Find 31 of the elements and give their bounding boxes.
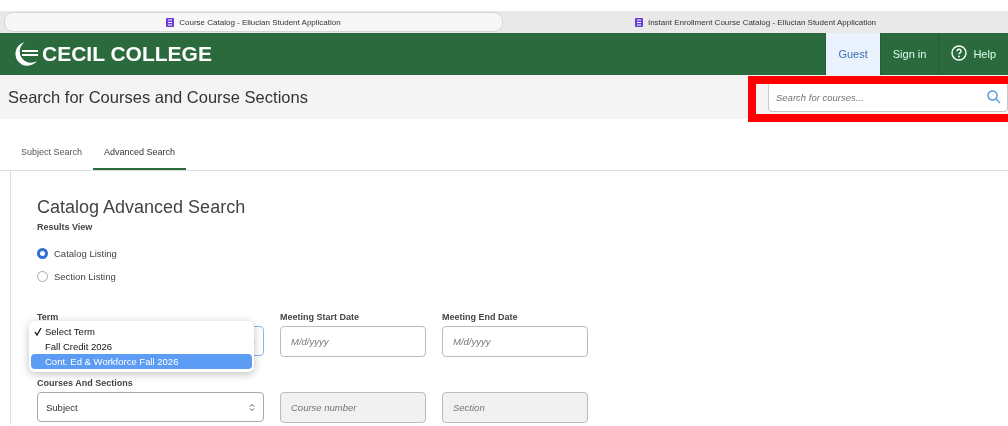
results-view-label: Results View bbox=[37, 222, 94, 232]
start-date-field[interactable]: M/d/yyyy bbox=[280, 326, 426, 357]
dropdown-option[interactable]: Select Term bbox=[31, 324, 252, 339]
radio-button[interactable] bbox=[37, 248, 48, 259]
search-tab[interactable]: Advanced Search bbox=[93, 139, 187, 170]
browser-tab[interactable]: Instant Enrollment Course Catalog - Ellucian Student Application bbox=[507, 13, 1004, 31]
page-title: Search for Courses and Course Sections bbox=[8, 87, 308, 107]
radio-label: Section Listing bbox=[54, 271, 116, 282]
course-number-field[interactable]: Course number bbox=[280, 392, 426, 423]
radio-button[interactable] bbox=[37, 271, 48, 282]
help-icon bbox=[951, 45, 968, 63]
search-icon[interactable] bbox=[987, 90, 1001, 104]
form-title: Catalog Advanced Search bbox=[37, 197, 247, 218]
browser-tab[interactable]: Course Catalog - Ellucian Student Application bbox=[4, 12, 503, 32]
subject-select[interactable]: Subject bbox=[37, 392, 264, 422]
dropdown-option[interactable]: Fall Credit 2026 bbox=[31, 339, 252, 354]
favicon-icon bbox=[634, 17, 643, 27]
college-logo-text: CECIL COLLEGE bbox=[42, 42, 212, 66]
start-date-label: Meeting Start Date bbox=[280, 312, 360, 322]
end-date-field[interactable]: M/d/yyyy bbox=[442, 326, 588, 357]
favicon-icon bbox=[166, 17, 175, 27]
section-field[interactable]: Section bbox=[442, 392, 588, 423]
radio-label: Catalog Listing bbox=[54, 248, 117, 259]
search-field[interactable]: Search for courses... bbox=[768, 82, 1008, 112]
courses-and-sections-label: Courses And Sections bbox=[37, 378, 134, 388]
check-icon bbox=[34, 327, 43, 336]
end-date-label: Meeting End Date bbox=[442, 312, 519, 322]
term-label: Term bbox=[37, 312, 60, 322]
chevron-icon bbox=[249, 402, 255, 412]
search-tab[interactable]: Subject Search bbox=[10, 139, 94, 170]
nav-link[interactable]: Guest bbox=[825, 33, 880, 75]
